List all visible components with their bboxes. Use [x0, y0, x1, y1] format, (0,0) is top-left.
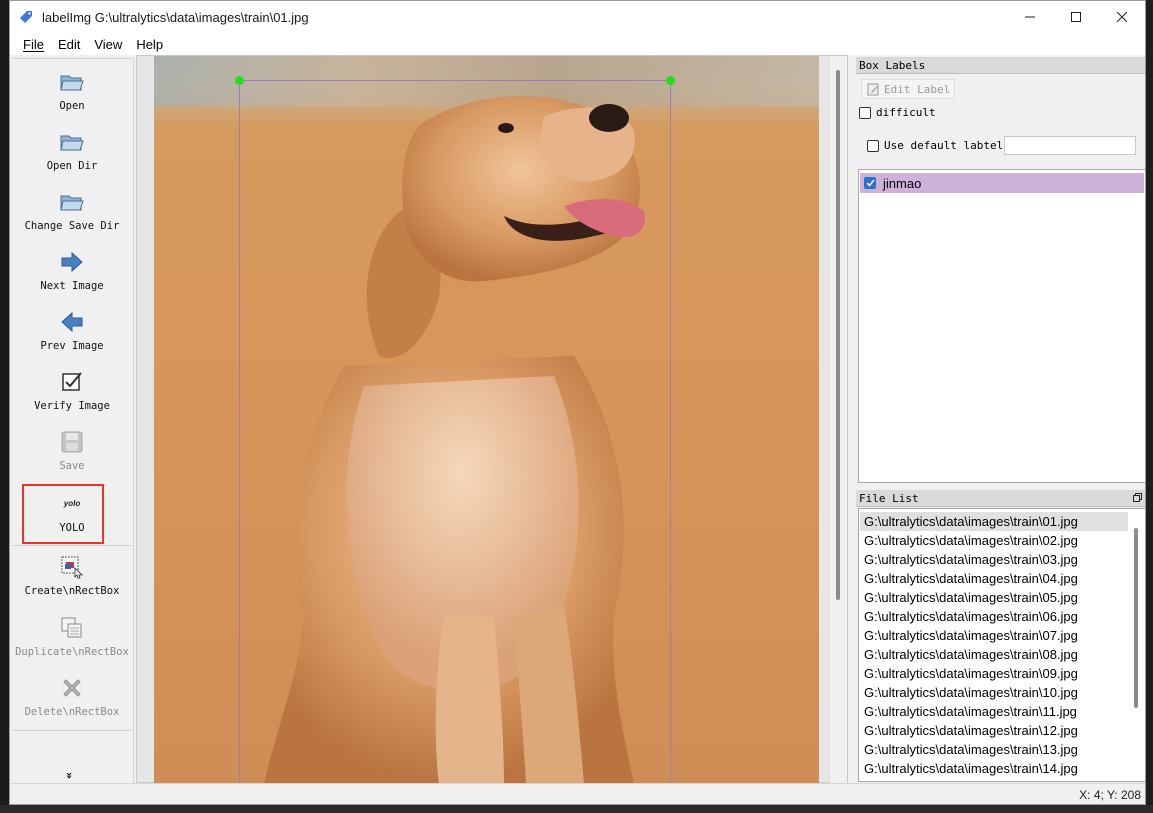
app-tag-icon	[20, 11, 32, 23]
image-canvas[interactable]	[136, 55, 848, 784]
scrollbar-thumb[interactable]	[1134, 528, 1138, 708]
menu-edit[interactable]: Edit	[51, 37, 87, 52]
tools-toolbar: Open Open Dir Change Save Dir Next Image	[10, 57, 134, 783]
file-list-title: File List	[856, 490, 1145, 507]
undock-icon[interactable]	[1133, 493, 1142, 502]
cursor-coordinates: X: 4; Y: 208	[1079, 788, 1141, 802]
duplicate-rectbox-button[interactable]: Duplicate\nRectBox	[10, 607, 134, 665]
toolbar-extension-button[interactable]: »	[63, 772, 76, 779]
file-list-item[interactable]: G:\ultralytics\data\images\train\03.jpg	[860, 550, 1128, 569]
box-labels-title: Box Labels	[856, 57, 1145, 74]
scrollbar-thumb[interactable]	[836, 70, 840, 600]
folder-open-icon	[59, 129, 85, 155]
minimize-icon	[1025, 16, 1035, 18]
open-button[interactable]: Open	[10, 61, 134, 119]
difficult-label: difficult	[876, 106, 936, 119]
title-bar: labelImg G:\ultralytics\data\images\trai…	[10, 1, 1145, 33]
verify-image-label: Verify Image	[34, 400, 110, 412]
maximize-button[interactable]	[1053, 1, 1099, 33]
file-list-item[interactable]: G:\ultralytics\data\images\train\01.jpg	[860, 512, 1128, 531]
edit-label-button[interactable]: Edit Label	[861, 79, 955, 99]
save-button[interactable]: Save	[10, 421, 134, 479]
menu-file[interactable]: File	[16, 37, 51, 52]
file-list-item[interactable]: G:\ultralytics\data\images\train\12.jpg	[860, 721, 1128, 740]
checkbox-verify-icon	[59, 369, 85, 395]
labelimg-window: labelImg G:\ultralytics\data\images\trai…	[9, 0, 1146, 805]
change-save-dir-label: Change Save Dir	[24, 220, 120, 232]
file-list[interactable]: G:\ultralytics\data\images\train\01.jpg G…	[858, 508, 1145, 782]
label-list[interactable]: jinmao	[858, 169, 1145, 483]
desktop-taskbar-edge	[0, 805, 1153, 813]
menu-bar: File Edit View Help	[10, 33, 1145, 55]
label-list-item[interactable]: jinmao	[860, 173, 1144, 193]
file-list-title-text: File List	[859, 492, 919, 505]
delete-rectbox-label: Delete\nRectBox	[24, 706, 120, 718]
checkbox-icon[interactable]	[859, 106, 871, 119]
folder-open-icon	[59, 69, 85, 95]
canvas-vertical-scrollbar[interactable]	[829, 56, 847, 784]
use-default-label-checkbox[interactable]: Use default labtel	[867, 139, 1003, 152]
file-list-item[interactable]: G:\ultralytics\data\images\train\09.jpg	[860, 664, 1128, 683]
menu-view[interactable]: View	[87, 37, 129, 52]
prev-image-button[interactable]: Prev Image	[10, 301, 134, 359]
edit-pencil-icon	[867, 83, 879, 95]
minimize-button[interactable]	[1007, 1, 1053, 33]
duplicate-icon	[59, 615, 85, 641]
window-title: labelImg G:\ultralytics\data\images\trai…	[42, 9, 309, 25]
file-list-item[interactable]: G:\ultralytics\data\images\train\11.jpg	[860, 702, 1128, 721]
save-label: Save	[59, 460, 85, 472]
status-bar: X: 4; Y: 208	[10, 783, 1145, 804]
window-controls	[1007, 1, 1145, 33]
close-button[interactable]	[1099, 1, 1145, 33]
file-list-item[interactable]: G:\ultralytics\data\images\train\08.jpg	[860, 645, 1128, 664]
floppy-disk-icon	[59, 429, 85, 455]
difficult-checkbox[interactable]: difficult	[859, 106, 936, 119]
file-list-item[interactable]: G:\ultralytics\data\images\train\06.jpg	[860, 607, 1128, 626]
file-list-item[interactable]: G:\ultralytics\data\images\train\07.jpg	[860, 626, 1128, 645]
checkbox-icon[interactable]	[867, 139, 879, 152]
duplicate-rectbox-label: Duplicate\nRectBox	[15, 646, 129, 658]
file-list-item[interactable]: G:\ultralytics\data\images\train\02.jpg	[860, 531, 1128, 550]
toolbar-separator	[12, 730, 132, 731]
file-list-item[interactable]: G:\ultralytics\data\images\train\05.jpg	[860, 588, 1128, 607]
close-icon	[1117, 12, 1127, 22]
annotation-bbox[interactable]	[239, 80, 671, 784]
file-list-item[interactable]: G:\ultralytics\data\images\train\10.jpg	[860, 683, 1128, 702]
image-display[interactable]	[154, 56, 819, 784]
maximize-icon	[1071, 12, 1081, 22]
verify-image-button[interactable]: Verify Image	[10, 361, 134, 419]
create-rect-icon	[59, 554, 85, 580]
menu-help[interactable]: Help	[129, 37, 170, 52]
checked-checkbox-icon[interactable]	[864, 177, 876, 189]
prev-image-label: Prev Image	[40, 340, 104, 352]
file-list-scrollbar[interactable]	[1128, 510, 1144, 780]
edit-label-text: Edit Label	[884, 82, 951, 96]
open-dir-label: Open Dir	[46, 160, 98, 172]
delete-rectbox-button[interactable]: Delete\nRectBox	[10, 667, 134, 725]
arrow-right-icon	[59, 249, 85, 275]
file-list-item[interactable]: G:\ultralytics\data\images\train\04.jpg	[860, 569, 1128, 588]
open-label: Open	[59, 100, 85, 112]
change-save-dir-button[interactable]: Change Save Dir	[10, 181, 134, 239]
desktop-background	[0, 0, 9, 813]
file-list-item[interactable]: G:\ultralytics\data\images\train\14.jpg	[860, 759, 1128, 778]
next-image-label: Next Image	[40, 280, 104, 292]
delete-x-icon	[59, 675, 85, 701]
bbox-handle-top-left[interactable]	[235, 76, 244, 85]
bbox-handle-top-right[interactable]	[666, 76, 675, 85]
create-rectbox-label: Create\nRectBox	[24, 585, 120, 597]
format-highlight-box	[22, 484, 104, 544]
toolbar-separator	[12, 58, 132, 59]
file-list-item[interactable]: G:\ultralytics\data\images\train\13.jpg	[860, 740, 1128, 759]
open-dir-button[interactable]: Open Dir	[10, 121, 134, 179]
label-item-text: jinmao	[883, 175, 922, 191]
default-label-input[interactable]	[1004, 136, 1136, 155]
folder-open-icon	[59, 189, 85, 215]
next-image-button[interactable]: Next Image	[10, 241, 134, 299]
arrow-left-icon	[59, 309, 85, 335]
create-rectbox-button[interactable]: Create\nRectBox	[10, 546, 134, 604]
use-default-label-text: Use default labtel	[884, 139, 1004, 152]
